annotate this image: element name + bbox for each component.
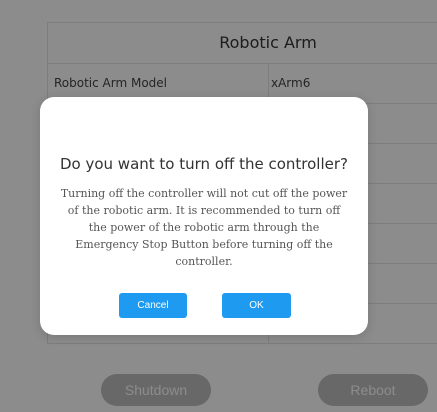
dialog-title: Do you want to turn off the controller?: [59, 155, 349, 173]
ok-button[interactable]: OK: [222, 293, 291, 318]
shutdown-confirm-dialog: Do you want to turn off the controller? …: [40, 97, 368, 335]
cancel-button[interactable]: Cancel: [119, 293, 187, 318]
dialog-message: Turning off the controller will not cut …: [60, 187, 348, 268]
